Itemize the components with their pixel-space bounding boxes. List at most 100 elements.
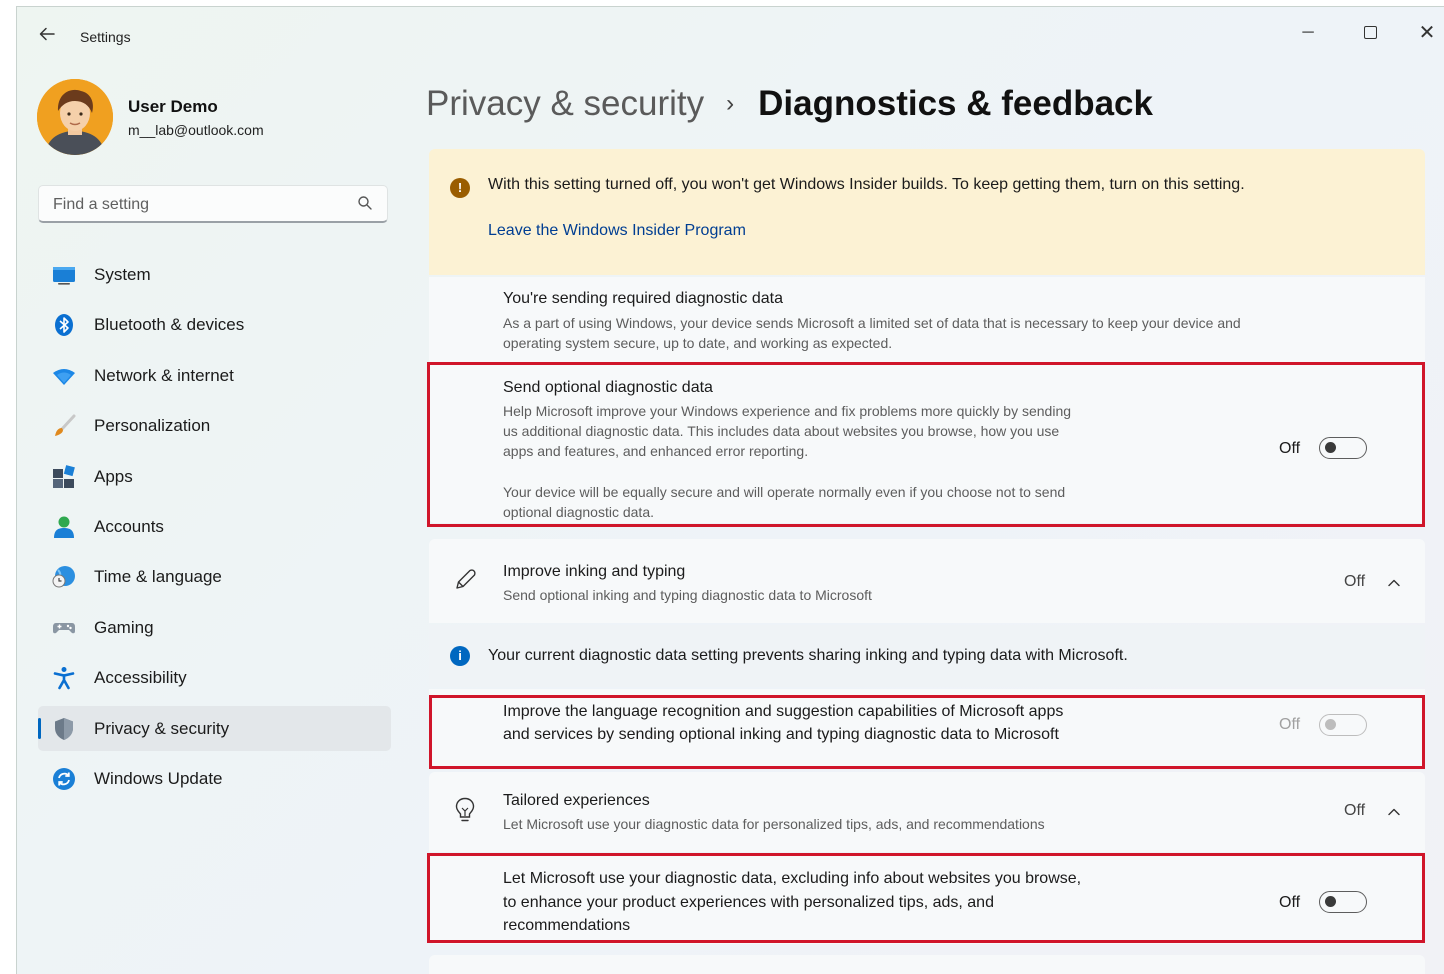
search-icon [358,196,372,210]
sidebar-item-label: Gaming [94,617,154,637]
warning-icon: ! [450,178,470,198]
bluetooth-icon [55,314,73,337]
maximize-button[interactable] [1347,15,1393,51]
optional-data-note-line1: Your device will be equally secure and w… [503,484,1066,500]
tailored-sub-line3: recommendations [503,917,631,934]
sidebar-item-time-language[interactable]: Time & language [38,554,391,599]
sidebar-item-bluetooth[interactable]: Bluetooth & devices [38,302,391,347]
sidebar-item-label: Network & internet [94,365,234,385]
insider-warning-banner: ! With this setting turned off, you won'… [429,149,1425,275]
inking-sub-line2: and services by sending optional inking … [503,726,1059,743]
tailored-state: Off [1344,802,1366,819]
sidebar-item-label: Windows Update [94,768,223,788]
inking-sub-toggle[interactable] [1319,714,1367,736]
page-title: Diagnostics & feedback [758,84,1153,123]
gamepad-icon [53,622,75,633]
sidebar-item-label: System [94,265,151,284]
pen-icon [456,569,476,589]
inking-desc: Send optional inking and typing diagnost… [503,587,872,603]
inking-info-row: i Your current diagnostic data setting p… [429,625,1425,687]
optional-data-desc-line1: Help Microsoft improve your Windows expe… [503,403,1072,419]
sidebar-item-windows-update[interactable]: Windows Update [38,756,391,801]
sidebar-item-label: Apps [94,466,133,486]
optional-data-desc-line2: us additional diagnostic data. This incl… [503,423,1060,439]
title-bar: Settings ─ ✕ [17,7,1444,57]
info-icon: i [450,646,470,666]
breadcrumb-parent[interactable]: Privacy & security [426,84,704,124]
required-data-desc-line2: operating system secure, up to date, and… [503,335,893,351]
optional-data-desc-line3: apps and features, and enhanced error re… [503,443,809,459]
apps-icon [53,464,75,488]
settings-window: Settings ─ ✕ User Demo m__lab@outlook.co… [16,6,1444,974]
inking-sub-line1: Improve the language recognition and sug… [503,703,1064,720]
inking-sub-toggle-label: Off [1279,716,1301,733]
chevron-up-icon[interactable] [1386,575,1402,591]
close-button[interactable]: ✕ [1404,15,1444,51]
required-data-row: You're sending required diagnostic data … [429,277,1425,363]
sidebar-item-accessibility[interactable]: Accessibility [38,655,391,700]
sidebar-item-personalization[interactable]: Personalization [38,403,391,448]
warning-text: With this setting turned off, you won't … [488,176,1245,193]
tailored-sub-toggle[interactable] [1319,891,1367,913]
sidebar-item-label: Accessibility [94,668,187,688]
tailored-desc: Let Microsoft use your diagnostic data f… [503,816,1045,832]
inking-language-row: Improve the language recognition and sug… [429,689,1425,767]
tailored-sub-toggle-label: Off [1279,894,1301,911]
inking-info-text: Your current diagnostic data setting pre… [488,647,1128,664]
toggle-knob [1325,896,1336,907]
sidebar-item-apps[interactable]: Apps [38,454,391,499]
user-avatar-icon [37,79,113,155]
breadcrumb: Privacy & security › Diagnostics & feedb… [426,79,1153,129]
app-title: Settings [80,29,131,45]
search-box[interactable] [38,185,388,223]
update-icon [53,767,75,790]
user-name: User Demo [128,97,218,116]
sidebar-item-system[interactable]: System [38,252,391,297]
sidebar-item-label: Accounts [94,516,164,536]
sidebar-item-gaming[interactable]: Gaming [38,605,391,650]
tailored-experiences-row[interactable]: Tailored experiences Let Microsoft use y… [429,772,1425,852]
optional-data-note-line2: optional diagnostic data. [503,504,654,520]
globe-clock-icon [52,566,75,588]
wifi-icon [53,368,75,385]
required-data-desc-line1: As a part of using Windows, your device … [503,315,1241,331]
next-setting-row [429,955,1425,974]
sidebar-item-privacy-security[interactable]: Privacy & security [38,705,391,751]
sidebar-item-label: Privacy & security [94,718,230,738]
accessibility-icon [53,667,75,690]
back-button[interactable] [35,25,59,49]
optional-data-toggle-label: Off [1279,440,1301,457]
sidebar-item-network[interactable]: Network & internet [38,353,391,398]
optional-data-row: Send optional diagnostic data Help Micro… [429,365,1425,523]
maximize-icon [1363,26,1377,40]
accounts-icon [54,516,74,538]
optional-data-title: Send optional diagnostic data [503,379,713,396]
inking-title: Improve inking and typing [503,563,686,580]
inking-state: Off [1344,573,1366,590]
lightbulb-icon [455,797,475,822]
breadcrumb-separator: › [726,90,735,117]
sidebar-item-label: Time & language [94,567,222,587]
tailored-title: Tailored experiences [503,792,650,809]
toggle-knob [1325,442,1336,453]
selection-indicator [38,717,41,739]
system-icon [53,267,75,285]
chevron-up-icon[interactable] [1386,804,1402,820]
shield-icon [55,717,73,740]
leave-insider-link[interactable]: Leave the Windows Insider Program [488,222,746,240]
minimize-button[interactable]: ─ [1285,15,1331,51]
user-email: m__lab@outlook.com [128,122,264,138]
avatar[interactable] [37,79,113,155]
back-arrow-icon [39,27,55,41]
sidebar-item-accounts[interactable]: Accounts [38,504,391,549]
tailored-sub-row: Let Microsoft use your diagnostic data, … [429,854,1425,944]
sidebar-item-label: Bluetooth & devices [94,315,245,335]
optional-data-toggle[interactable] [1319,437,1367,459]
toggle-knob [1325,719,1336,730]
search-input[interactable] [51,192,355,218]
required-data-title: You're sending required diagnostic data [503,290,783,307]
brush-icon [55,414,76,437]
sidebar-item-label: Personalization [94,416,211,436]
tailored-sub-line2: to enhance your product experiences with… [503,894,994,911]
inking-typing-row[interactable]: Improve inking and typing Send optional … [429,539,1425,623]
